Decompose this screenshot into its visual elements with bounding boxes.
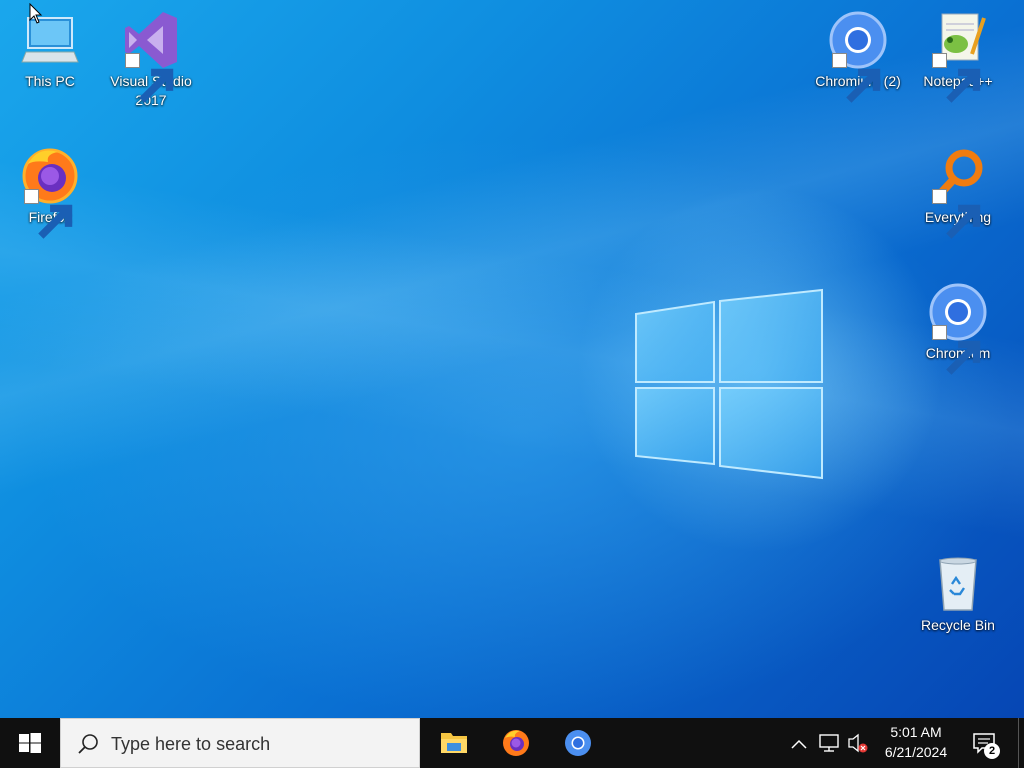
start-button[interactable] (0, 718, 60, 768)
desktop-icon-recycle-bin[interactable]: Recycle Bin (910, 554, 1006, 635)
shortcut-arrow-icon (832, 53, 881, 103)
recycle-bin-icon (939, 557, 977, 611)
notification-count-badge: 2 (988, 745, 996, 757)
file-explorer-icon (441, 733, 467, 753)
desktop-icon-label: Recycle Bin (921, 617, 995, 633)
desktop-icon-chromium-2[interactable]: Chromium (2) (810, 10, 906, 103)
desktop[interactable]: This PC Visual Studio 2017 Firefox Chrom… (0, 0, 1024, 718)
volume-muted-icon[interactable] (846, 718, 870, 768)
chromium-icon (565, 730, 591, 756)
taskbar-search-box[interactable]: Type here to search (60, 718, 420, 768)
taskbar-firefox[interactable] (488, 718, 544, 768)
taskbar-file-explorer[interactable] (426, 718, 482, 768)
taskbar-chromium[interactable] (550, 718, 606, 768)
desktop-icon-visual-studio[interactable]: Visual Studio 2017 (103, 10, 199, 110)
shortcut-arrow-icon (125, 53, 174, 103)
computer-icon (21, 17, 79, 63)
firefox-icon (503, 730, 529, 756)
desktop-icon-label: This PC (25, 73, 75, 89)
desktop-icon-everything[interactable]: Everything (910, 146, 1006, 239)
windows-logo-wallpaper (635, 288, 823, 480)
shortcut-arrow-icon (932, 189, 981, 239)
show-desktop-button[interactable] (1018, 718, 1024, 768)
clock-time: 5:01 AM (890, 724, 942, 740)
clock-date: 6/21/2024 (884, 744, 948, 760)
shortcut-arrow-icon (24, 189, 73, 239)
desktop-icon-firefox[interactable]: Firefox (2, 146, 98, 239)
network-icon[interactable] (817, 718, 841, 768)
show-hidden-icons-chevron-icon[interactable] (790, 718, 808, 768)
windows-start-icon (19, 733, 41, 753)
search-icon (78, 734, 98, 754)
search-placeholder: Type here to search (111, 734, 271, 754)
desktop-icon-chromium[interactable]: Chromium (910, 282, 1006, 375)
mouse-cursor-icon (29, 3, 43, 24)
shortcut-arrow-icon (932, 53, 981, 103)
desktop-icon-this-pc[interactable]: This PC (2, 10, 98, 91)
taskbar-clock[interactable]: 5:01 AM 6/21/2024 (872, 722, 960, 762)
taskbar: Type here to search 5:01 AM 6/21/2024 2 (0, 718, 1024, 768)
desktop-icon-notepad-plus-plus[interactable]: Notepad++ (910, 10, 1006, 103)
shortcut-arrow-icon (932, 325, 981, 375)
action-center-button[interactable]: 2 (966, 718, 1010, 768)
